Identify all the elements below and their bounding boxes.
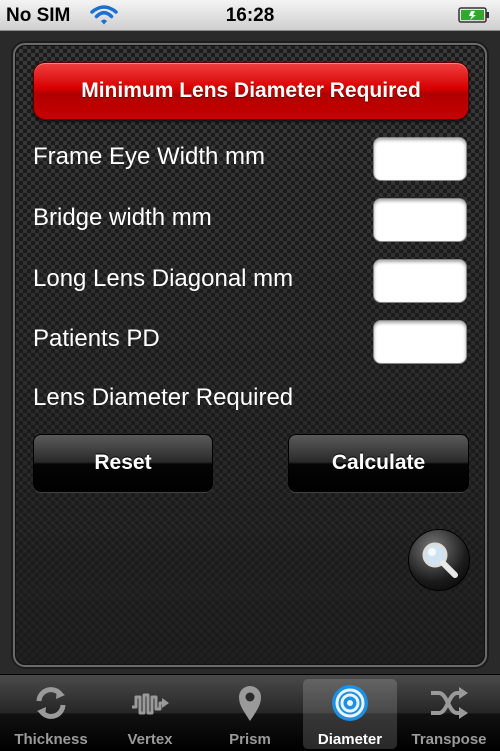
tab-label: Transpose (411, 731, 487, 748)
calculator-panel: Minimum Lens Diameter Required Frame Eye… (13, 43, 487, 667)
frame-eye-width-label: Frame Eye Width mm (33, 143, 266, 170)
calculate-button[interactable]: Calculate (288, 434, 469, 492)
refresh-icon (36, 687, 66, 719)
search-icon (422, 542, 458, 578)
status-bar: No SIM 16:28 (0, 0, 500, 31)
reset-button[interactable]: Reset (33, 434, 213, 492)
long-lens-diagonal-field[interactable] (373, 259, 467, 303)
magnifier-button[interactable] (408, 529, 470, 591)
main-area: Minimum Lens Diameter Required Frame Eye… (0, 31, 500, 674)
long-lens-diagonal-label: Long Lens Diagonal mm (33, 265, 294, 292)
status-time: 16:28 (225, 5, 275, 26)
battery-icon (458, 7, 489, 23)
tab-label: Diameter (317, 731, 383, 748)
frame-eye-width-field[interactable] (373, 137, 467, 181)
tab-vertex[interactable]: Vertex (103, 679, 197, 749)
bridge-width-label: Bridge width mm (33, 204, 212, 231)
tab-label: Prism (229, 731, 271, 748)
bridge-width-field[interactable] (373, 198, 467, 242)
tab-prism[interactable]: Prism (203, 679, 297, 749)
page-title: Minimum Lens Diameter Required (33, 62, 469, 120)
tab-bar: Thickness Vertex Prism Diameter Transpos… (0, 674, 500, 751)
wave-icon (132, 693, 169, 715)
map-pin-icon (239, 686, 261, 721)
tab-thickness[interactable]: Thickness (4, 679, 98, 749)
tab-label: Vertex (127, 731, 173, 748)
target-icon (332, 685, 368, 721)
shuffle-icon (431, 687, 468, 719)
tab-diameter[interactable]: Diameter (303, 679, 397, 749)
tab-transpose[interactable]: Transpose (402, 679, 496, 749)
lens-diameter-result-label: Lens Diameter Required (33, 384, 294, 411)
patients-pd-field[interactable] (373, 320, 467, 364)
patients-pd-label: Patients PD (33, 325, 160, 352)
tab-label: Thickness (14, 731, 88, 748)
